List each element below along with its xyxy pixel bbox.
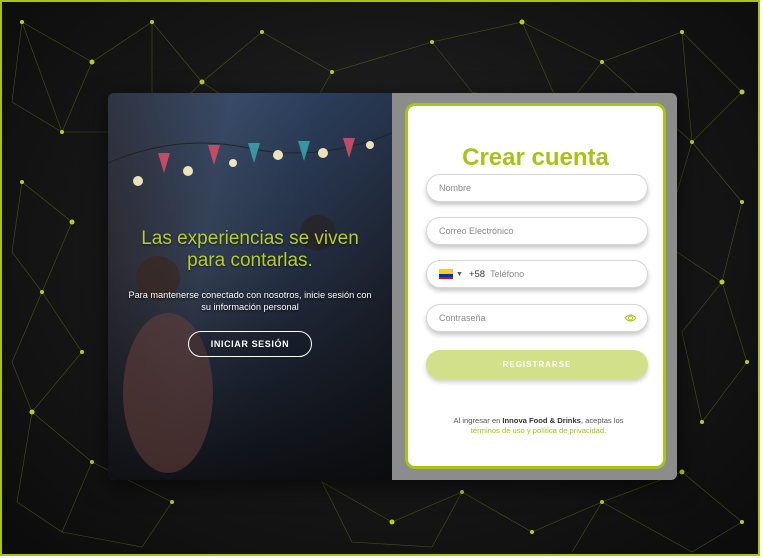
auth-card: Las experiencias se viven para contarlas… [108, 93, 677, 480]
chevron-down-icon[interactable]: ▼ [456, 271, 463, 278]
form-title: Crear cuenta [462, 144, 609, 171]
login-button[interactable]: INICIAR SESIÓN [188, 331, 312, 357]
password-field[interactable]: Contraseña [426, 304, 648, 332]
email-placeholder: Correo Electrónico [439, 226, 514, 236]
brand-name: Innova Food & Drinks [502, 416, 581, 425]
eye-icon[interactable] [624, 313, 637, 323]
hero-tagline: Las experiencias se viven para contarlas… [141, 228, 359, 271]
name-placeholder: Nombre [439, 183, 472, 193]
password-placeholder: Contraseña [439, 313, 486, 323]
venezuela-flag-icon[interactable] [439, 269, 453, 279]
terms-link[interactable]: términos de uso y política de privacidad… [471, 426, 607, 435]
page-background: Las experiencias se viven para contarlas… [0, 0, 760, 556]
dial-code: +58 [468, 268, 486, 280]
terms-text: Al ingresar en Innova Food & Drinks, ace… [453, 416, 624, 435]
hero-photo: Las experiencias se viven para contarlas… [108, 93, 392, 480]
phone-field[interactable]: ▼ +58 Teléfono [426, 260, 648, 288]
phone-placeholder: Teléfono [490, 269, 525, 279]
name-field[interactable]: Nombre [426, 174, 648, 202]
register-button[interactable]: REGISTRARSE [426, 350, 648, 379]
email-field[interactable]: Correo Electrónico [426, 217, 648, 245]
register-form: Crear cuenta Nombre Correo Electrónico ▼… [405, 103, 666, 469]
hero-subtitle: Para mantenerse conectado con nosotros, … [128, 290, 372, 312]
